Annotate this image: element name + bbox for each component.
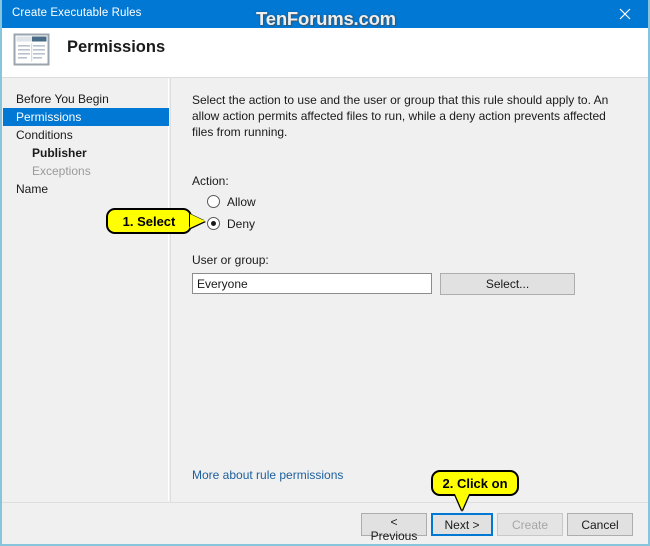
sidebar-item-name[interactable]: Name: [3, 180, 169, 198]
callout-click-on: 2. Click on: [431, 470, 519, 510]
instruction-text: Select the action to use and the user or…: [192, 93, 609, 139]
allow-radio[interactable]: Allow: [207, 193, 256, 210]
main-pane: Select the action to use and the user or…: [171, 78, 648, 502]
page-title: Permissions: [67, 38, 166, 56]
window-title: Create Executable Rules: [12, 7, 142, 19]
window-list-icon: [13, 33, 50, 66]
user-or-group-label: User or group:: [192, 253, 269, 267]
callout-select: 1. Select: [106, 208, 205, 234]
create-button: Create: [497, 513, 563, 536]
action-label: Action:: [192, 174, 229, 188]
callout-pointer-down: [455, 494, 469, 510]
callout-select-label: 1. Select: [122, 213, 176, 229]
previous-button[interactable]: < Previous: [361, 513, 427, 543]
callout-pointer-right: [190, 214, 205, 228]
sidebar-item-publisher[interactable]: Publisher: [3, 144, 169, 162]
sidebar-item-before-you-begin[interactable]: Before You Begin: [3, 90, 169, 108]
more-about-rule-permissions-link[interactable]: More about rule permissions: [192, 468, 343, 482]
sidebar-item-conditions[interactable]: Conditions: [3, 126, 169, 144]
allow-radio-label: Allow: [227, 194, 256, 209]
sidebar-item-exceptions[interactable]: Exceptions: [3, 162, 169, 180]
callout-click-on-label: 2. Click on: [442, 475, 508, 491]
cancel-button[interactable]: Cancel: [567, 513, 633, 536]
deny-radio-label: Deny: [227, 216, 256, 231]
sidebar-nav-list: Before You Begin Permissions Conditions …: [3, 90, 169, 198]
dialog-footer: < Previous Next > Create Cancel: [2, 502, 648, 544]
next-button[interactable]: Next >: [431, 513, 493, 536]
title-bar: Create Executable Rules: [2, 0, 648, 28]
user-or-group-input[interactable]: [192, 273, 432, 294]
sidebar-item-permissions[interactable]: Permissions: [3, 108, 169, 126]
page-header: Permissions: [2, 28, 648, 78]
radio-indicator-allow: [207, 195, 220, 208]
select-button[interactable]: Select...: [440, 273, 575, 295]
close-icon[interactable]: [602, 0, 648, 28]
radio-indicator-deny: [207, 217, 220, 230]
deny-radio[interactable]: Deny: [207, 215, 255, 232]
sidebar: Before You Begin Permissions Conditions …: [3, 79, 169, 501]
dialog-body: Before You Begin Permissions Conditions …: [2, 78, 648, 502]
create-executable-rules-window: Create Executable Rules Permissions Befo…: [0, 0, 650, 546]
